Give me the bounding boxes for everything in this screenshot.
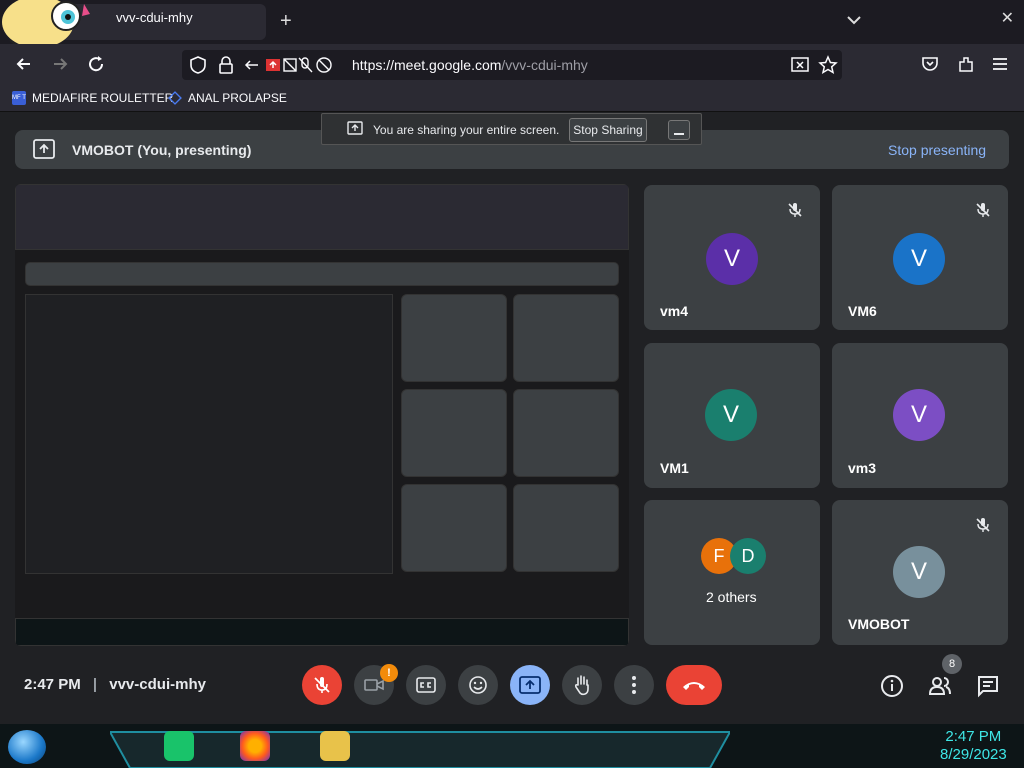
microphone-toggle-button[interactable]	[302, 665, 342, 705]
participant-avatar: V	[893, 389, 945, 441]
stop-sharing-button[interactable]: Stop Sharing	[569, 118, 647, 142]
start-button[interactable]	[8, 730, 46, 764]
bookmark-icon	[168, 91, 182, 105]
forward-icon[interactable]	[50, 54, 70, 74]
participant-name: VM1	[660, 460, 689, 476]
new-tab-icon[interactable]: +	[280, 10, 292, 33]
nested-taskbar	[15, 618, 629, 646]
system-clock[interactable]: 2:47 PM 8/29/2023	[940, 728, 1007, 764]
nested-tile	[513, 484, 619, 572]
bookmark-mediafire[interactable]: MF T MEDIAFIRE ROULETTER	[12, 91, 173, 105]
participant-avatar: V	[893, 546, 945, 598]
stop-presenting-button[interactable]: Stop presenting	[888, 142, 986, 158]
extensions-icon[interactable]	[956, 54, 976, 74]
presenting-title: VMOBOT (You, presenting)	[72, 142, 252, 158]
reload-icon[interactable]	[86, 54, 106, 74]
nested-presenting-bar	[25, 262, 619, 286]
present-screen-icon	[33, 139, 55, 159]
os-taskbar	[0, 724, 1024, 768]
taskbar-app-file-explorer[interactable]	[320, 731, 350, 761]
meeting-time: 2:47 PM	[24, 676, 81, 693]
participant-name: 2 others	[706, 589, 757, 605]
hand-icon	[574, 675, 589, 696]
nested-browser-chrome	[15, 184, 629, 250]
participant-avatar: V	[706, 233, 758, 285]
minimize-icon	[674, 133, 684, 135]
participant-avatar: D	[730, 538, 766, 574]
taskbar-app-firefox[interactable]	[240, 731, 270, 761]
bookmark-label: ANAL PROLAPSE	[188, 91, 287, 105]
people-icon[interactable]	[928, 674, 952, 698]
participant-tile-vm6[interactable]: V VM6	[832, 185, 1008, 330]
back-icon[interactable]	[14, 54, 34, 74]
hamburger-menu-icon[interactable]	[990, 54, 1010, 74]
leave-call-button[interactable]	[666, 665, 722, 705]
nested-screen-share	[25, 294, 393, 574]
nested-tile	[401, 294, 507, 382]
nested-tile	[401, 484, 507, 572]
screen-share-preview	[15, 184, 629, 646]
bookmark-second[interactable]: ANAL PROLAPSE	[168, 91, 287, 105]
participant-name: VMOBOT	[848, 616, 910, 632]
nested-tile	[401, 389, 507, 477]
mic-off-icon	[788, 203, 802, 217]
participant-tile-vmobot[interactable]: V VMOBOT	[832, 500, 1008, 645]
camera-alert-badge: !	[380, 664, 398, 682]
nested-tile	[513, 389, 619, 477]
taskbar-decoration	[110, 731, 730, 768]
participant-avatar: V	[705, 389, 757, 441]
raise-hand-button[interactable]	[562, 665, 602, 705]
url-text[interactable]: https://meet.google.com/vvv-cdui-mhy	[352, 57, 588, 73]
chevron-down-icon[interactable]	[844, 10, 864, 30]
shield-icon[interactable]	[188, 55, 208, 75]
meeting-info-label: 2:47 PM | vvv-cdui-mhy	[24, 676, 206, 693]
captions-icon	[416, 677, 436, 693]
bookmark-star-icon[interactable]	[818, 55, 838, 75]
participant-name: vm4	[660, 303, 689, 319]
meeting-details-icon[interactable]	[880, 674, 904, 698]
nested-tile	[513, 294, 619, 382]
captions-button[interactable]	[406, 665, 446, 705]
tab-title: vvv-cdui-mhy	[116, 10, 193, 25]
separator: |	[92, 676, 98, 693]
mic-off-icon	[976, 518, 990, 532]
participant-tile-vm4[interactable]: V vm4	[644, 185, 820, 330]
camera-icon	[364, 679, 384, 691]
mic-off-icon	[976, 203, 990, 217]
chat-icon[interactable]	[976, 674, 1000, 698]
more-options-button[interactable]	[614, 665, 654, 705]
tab-close-icon[interactable]: ✕	[1001, 8, 1014, 28]
participant-count-badge: 8	[942, 654, 962, 674]
more-vert-icon	[632, 676, 636, 694]
taskbar-app-chat[interactable]	[164, 731, 194, 761]
screen-share-indicator-icon[interactable]	[790, 55, 810, 75]
system-date: 8/29/2023	[940, 746, 1007, 763]
present-screen-button[interactable]	[510, 665, 550, 705]
meeting-code: vvv-cdui-mhy	[109, 676, 206, 693]
reactions-button[interactable]	[458, 665, 498, 705]
participant-avatar: V	[893, 233, 945, 285]
participant-tile-vm1[interactable]: V VM1	[644, 343, 820, 488]
mediafire-icon: MF T	[12, 91, 26, 105]
share-screen-icon	[347, 121, 363, 135]
participant-tile-others[interactable]: F D 2 others	[644, 500, 820, 645]
participant-name: vm3	[848, 460, 877, 476]
site-permissions-icon[interactable]	[244, 55, 334, 75]
emoji-icon	[469, 676, 487, 694]
participant-name: VM6	[848, 303, 877, 319]
pocket-icon[interactable]	[920, 54, 940, 74]
lock-icon[interactable]	[216, 55, 236, 75]
participant-tile-vm3[interactable]: V vm3	[832, 343, 1008, 488]
hide-notice-button[interactable]	[668, 120, 690, 140]
system-time: 2:47 PM	[945, 728, 1002, 745]
phone-hangup-icon	[683, 682, 705, 690]
present-screen-icon	[519, 676, 541, 694]
screen-share-notice-text: You are sharing your entire screen.	[373, 123, 560, 137]
mic-off-icon	[314, 677, 330, 693]
bookmark-label: MEDIAFIRE ROULETTER	[32, 91, 174, 105]
